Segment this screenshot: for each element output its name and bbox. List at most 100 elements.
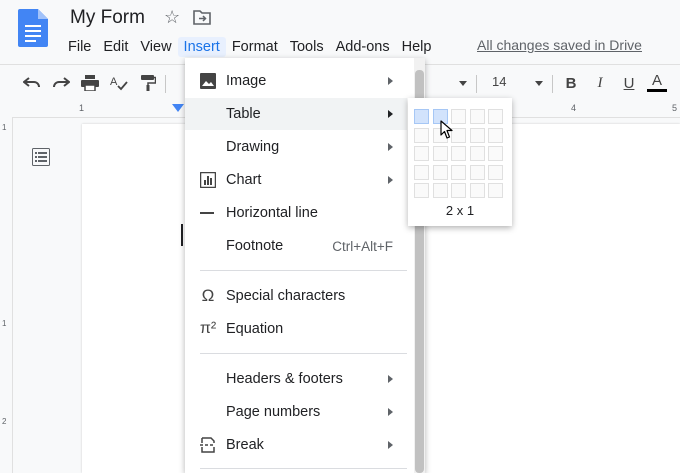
font-caret-icon[interactable] <box>459 81 467 86</box>
menu-item-horizontal-line[interactable]: Horizontal line <box>185 197 407 229</box>
undo-icon[interactable] <box>22 73 42 93</box>
table-grid-cell[interactable] <box>469 109 485 124</box>
italic-icon[interactable]: I <box>590 73 610 93</box>
table-grid-cell[interactable] <box>488 183 503 198</box>
table-grid-cell[interactable] <box>432 164 448 180</box>
ruler-mark: 2 <box>2 417 7 426</box>
bold-icon[interactable]: B <box>561 73 581 93</box>
table-grid-cell[interactable] <box>414 183 429 198</box>
table-grid-cell[interactable] <box>469 127 485 143</box>
shortcut-text: Ctrl+Alt+F <box>332 238 393 254</box>
break-icon <box>198 435 218 455</box>
table-size-picker[interactable]: 2 x 1 <box>408 98 512 226</box>
menu-item-footnote[interactable]: Footnote Ctrl+Alt+F <box>185 230 407 262</box>
menu-separator <box>200 468 407 469</box>
table-grid-cell[interactable] <box>469 164 485 180</box>
insert-menu: Image Table Drawing Chart Horizontal lin… <box>185 58 425 473</box>
chevron-right-icon <box>388 143 393 151</box>
table-grid-cell[interactable] <box>488 109 503 124</box>
table-grid-cell[interactable] <box>414 164 429 180</box>
table-grid-cell[interactable] <box>414 127 429 143</box>
ruler-mark: 4 <box>571 103 577 113</box>
ruler-mark: 5 <box>672 103 678 113</box>
menu-separator <box>200 270 407 271</box>
table-grid-cell[interactable] <box>451 164 466 180</box>
menu-item-label: Drawing <box>226 139 280 155</box>
menu-item-headers-footers[interactable]: Headers & footers <box>185 363 407 395</box>
menu-item-break[interactable]: Break <box>185 429 407 461</box>
vertical-ruler[interactable]: 1 1 2 <box>0 117 13 473</box>
font-size-field[interactable]: 14 <box>492 74 506 89</box>
menu-view[interactable]: View <box>134 37 177 57</box>
print-icon[interactable] <box>80 73 100 93</box>
ruler-mark: 1 <box>2 319 7 328</box>
table-grid-cell[interactable] <box>469 146 485 161</box>
menu-format[interactable]: Format <box>226 37 284 57</box>
chevron-right-icon <box>388 408 393 416</box>
chevron-right-icon <box>388 441 393 449</box>
menu-item-drawing[interactable]: Drawing <box>185 131 407 163</box>
menu-item-label: Footnote <box>226 238 284 254</box>
table-grid-cell[interactable] <box>488 127 503 143</box>
move-folder-icon[interactable] <box>193 9 211 25</box>
menu-file[interactable]: File <box>62 37 97 57</box>
menu-item-label: Table <box>226 106 261 122</box>
menu-item-label: Image <box>226 73 267 89</box>
omega-icon: Ω <box>201 286 215 305</box>
text-color-icon[interactable]: A <box>647 73 667 93</box>
menu-item-special-characters[interactable]: Ω Special characters <box>185 280 407 312</box>
redo-icon[interactable] <box>51 73 71 93</box>
table-grid-cell[interactable] <box>414 109 429 124</box>
menu-item-label: Page numbers <box>226 404 321 420</box>
menu-item-image[interactable]: Image <box>185 65 407 97</box>
mouse-pointer-icon <box>440 120 453 139</box>
document-title[interactable]: My Form <box>70 7 145 29</box>
table-grid-cell[interactable] <box>432 183 448 198</box>
docs-logo-icon[interactable] <box>18 9 48 47</box>
menu-bar: File Edit View Insert Format Tools Add-o… <box>62 36 437 58</box>
save-status-link[interactable]: All changes saved in Drive <box>477 37 642 53</box>
table-grid-cell[interactable] <box>469 183 485 198</box>
table-grid-cell[interactable] <box>451 146 466 161</box>
menu-item-label: Break <box>226 437 264 453</box>
table-grid-cell[interactable] <box>488 164 503 180</box>
menu-item-label: Equation <box>226 321 284 337</box>
document-outline-icon[interactable] <box>32 148 50 166</box>
pi-icon: π² <box>199 320 217 337</box>
menu-edit[interactable]: Edit <box>97 37 134 57</box>
table-grid-cell[interactable] <box>432 146 448 161</box>
menu-item-label: Special characters <box>226 288 346 304</box>
menu-insert[interactable]: Insert <box>177 37 226 57</box>
table-grid-cell[interactable] <box>414 146 429 161</box>
menu-item-label: Horizontal line <box>226 205 318 221</box>
table-size-label: 2 x 1 <box>445 203 475 218</box>
table-grid-cell[interactable] <box>451 183 466 198</box>
spellcheck-icon[interactable]: A <box>109 73 129 93</box>
menu-item-label: Headers & footers <box>226 371 343 387</box>
text-cursor <box>181 224 183 246</box>
menu-item-table[interactable]: Table <box>185 98 407 130</box>
horizontal-line-icon <box>198 203 218 223</box>
menu-add-ons[interactable]: Add-ons <box>330 37 396 57</box>
image-icon <box>198 71 218 91</box>
paint-format-icon[interactable] <box>138 73 158 93</box>
table-grid-cell[interactable] <box>488 146 503 161</box>
underline-icon[interactable]: U <box>619 73 639 93</box>
menu-tools[interactable]: Tools <box>284 37 330 57</box>
menu-item-equation[interactable]: π² Equation <box>185 313 407 345</box>
menu-item-chart[interactable]: Chart <box>185 164 407 196</box>
menu-separator <box>200 353 407 354</box>
svg-text:A: A <box>110 76 118 88</box>
indent-marker-icon[interactable] <box>172 104 184 114</box>
chart-icon <box>198 170 218 190</box>
menu-item-label: Chart <box>226 172 262 188</box>
menu-help[interactable]: Help <box>396 37 438 57</box>
chevron-right-icon <box>388 375 393 383</box>
font-size-caret-icon[interactable] <box>535 81 543 86</box>
chevron-right-icon <box>388 176 393 184</box>
star-icon[interactable]: ☆ <box>164 7 180 28</box>
chevron-right-icon <box>388 77 393 85</box>
menu-item-page-numbers[interactable]: Page numbers <box>185 396 407 428</box>
ruler-mark: 1 <box>79 103 85 113</box>
chevron-right-icon <box>388 110 393 118</box>
